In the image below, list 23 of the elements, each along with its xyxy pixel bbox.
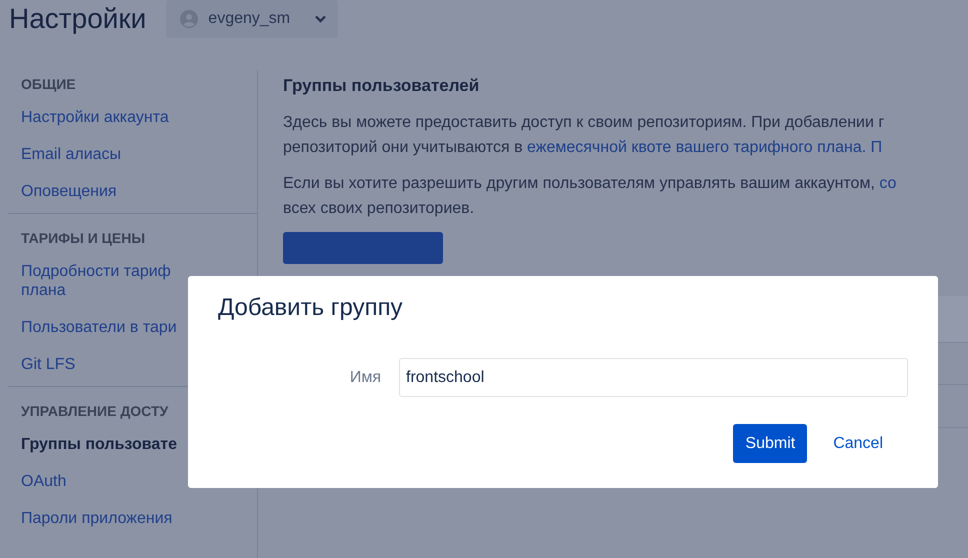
- dialog-title: Добавить группу: [218, 294, 404, 322]
- submit-button[interactable]: Submit: [733, 424, 808, 463]
- avatar-icon: [180, 10, 198, 28]
- account-dropdown[interactable]: evgeny_sm: [166, 0, 338, 38]
- link[interactable]: П: [866, 139, 882, 156]
- sidebar-item[interactable]: Email алиасы: [21, 139, 257, 176]
- section-heading: ОБЩИЕ: [21, 75, 77, 94]
- description-paragraph: Здесь вы можете предоставить доступ к своим репозиториям. При добавлении г репозиторий они учитываются в ежемесячной квоте вашего тарифного плана. П: [283, 113, 886, 158]
- field-label: Имя: [348, 368, 381, 386]
- sidebar-item[interactable]: Пароли приложения: [21, 503, 257, 540]
- name-input[interactable]: frontschool: [399, 358, 908, 397]
- add-group-button[interactable]: [283, 232, 443, 264]
- section-heading: ТАРИФЫ И ЦЕНЫ: [21, 229, 146, 248]
- cancel-link[interactable]: Cancel: [825, 424, 891, 463]
- description-paragraph: Если вы хотите разрешить другим пользователям управлять вашим аккаунтом, со всех своих репозиториев.: [283, 174, 898, 219]
- chevron-down-icon: [315, 15, 326, 23]
- section-heading: Группы пользователей: [283, 76, 480, 96]
- link[interactable]: со: [879, 175, 896, 192]
- sidebar-item[interactable]: Настройки аккаунта: [21, 102, 257, 139]
- page-title: Настройки: [9, 3, 146, 35]
- sidebar-item[interactable]: Оповещения: [21, 176, 257, 213]
- section-heading: УПРАВЛЕНИЕ ДОСТУ: [21, 402, 170, 421]
- link[interactable]: ежемесячной квоте вашего тарифного плана.: [527, 139, 866, 156]
